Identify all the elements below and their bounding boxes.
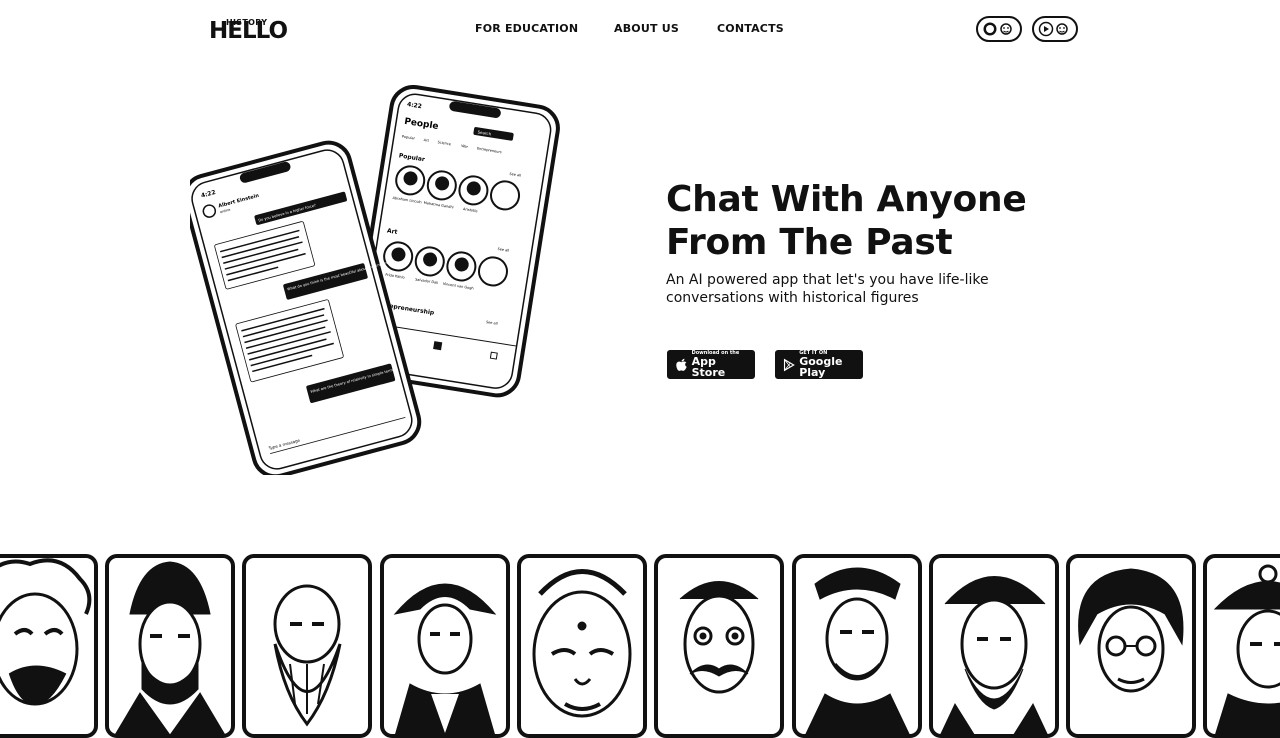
portrait-dali[interactable] bbox=[654, 554, 784, 738]
hero-title-line-1: Chat With Anyone bbox=[666, 179, 1027, 220]
hero-subtitle: An AI powered app that let's you have li… bbox=[666, 272, 989, 306]
portrait-strip bbox=[0, 554, 1280, 738]
portrait-napoleon[interactable] bbox=[380, 554, 510, 738]
nav-about-us[interactable]: ABOUT US bbox=[614, 22, 679, 35]
theme-toggle[interactable] bbox=[976, 16, 1022, 42]
app-store-line-2: App Store bbox=[691, 355, 726, 379]
portrait-che-guevara[interactable] bbox=[792, 554, 922, 738]
logo[interactable]: HELLO HISTORY bbox=[209, 18, 288, 44]
phone-mockups: 4:22 People Search Popular Art Science W… bbox=[182, 85, 570, 479]
portrait-samurai[interactable] bbox=[1203, 554, 1280, 738]
app-store-button[interactable]: Download on the App Store bbox=[667, 350, 755, 379]
apple-icon bbox=[676, 358, 687, 371]
logo-sub: HISTORY bbox=[226, 18, 268, 27]
sound-toggle[interactable] bbox=[1032, 16, 1078, 42]
portrait-einstein[interactable] bbox=[0, 554, 98, 738]
portrait-van-gogh[interactable] bbox=[929, 554, 1059, 738]
hero-title: Chat With Anyone From The Past bbox=[666, 178, 1106, 264]
theme-toggle-icon bbox=[983, 22, 1012, 36]
google-play-line-2: Google Play bbox=[799, 355, 843, 379]
nav-contacts[interactable]: CONTACTS bbox=[717, 22, 784, 35]
nav-for-education[interactable]: FOR EDUCATION bbox=[475, 22, 578, 35]
google-play-icon bbox=[783, 358, 795, 371]
hero-title-line-2: From The Past bbox=[666, 222, 953, 263]
portrait-lincoln[interactable] bbox=[105, 554, 235, 738]
google-play-button[interactable]: GET IT ON Google Play bbox=[775, 350, 863, 379]
portrait-john-lennon[interactable] bbox=[1066, 554, 1196, 738]
sound-toggle-icon bbox=[1038, 21, 1068, 37]
portrait-darwin[interactable] bbox=[242, 554, 372, 738]
portrait-buddha[interactable] bbox=[517, 554, 647, 738]
